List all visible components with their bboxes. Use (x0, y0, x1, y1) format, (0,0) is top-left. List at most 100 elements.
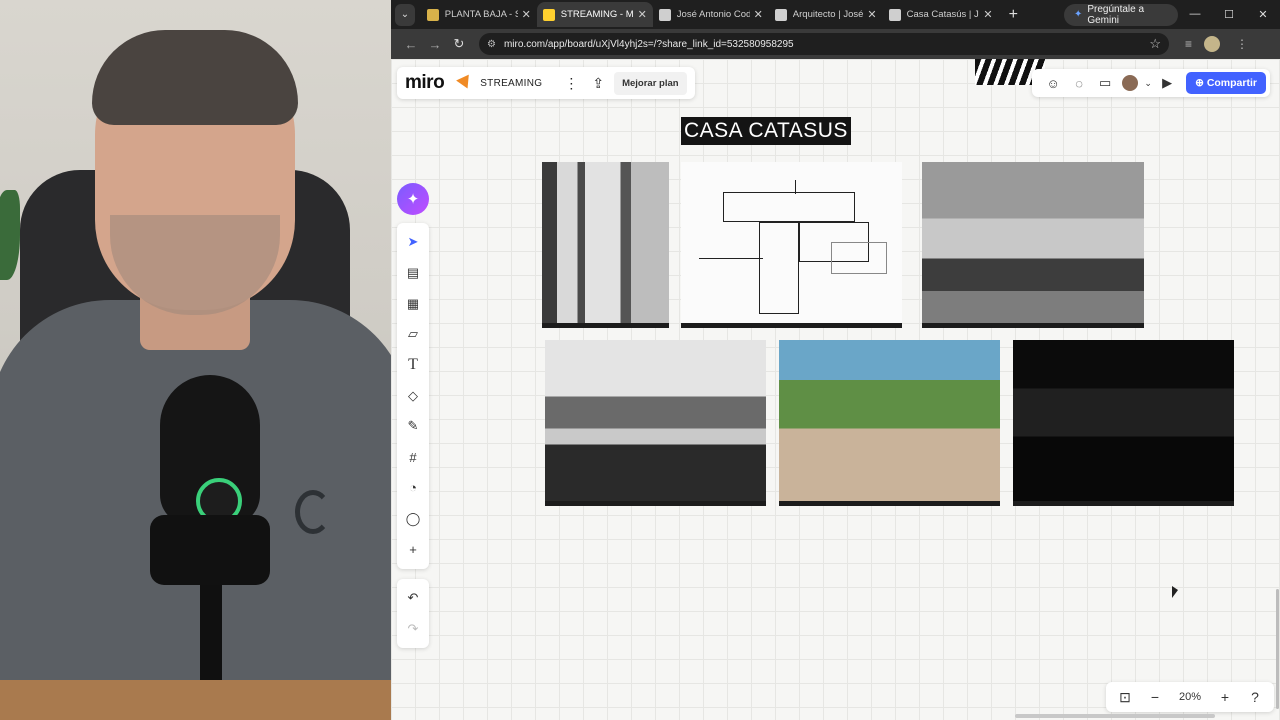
zoom-controls: ⊡ − 20% + ? (1106, 682, 1274, 712)
close-icon[interactable]: ✕ (867, 8, 876, 21)
bookmark-star-icon[interactable]: ☆ (1149, 36, 1161, 52)
tab-favicon (888, 8, 901, 21)
close-icon[interactable]: ✕ (983, 8, 992, 21)
redo-icon[interactable]: ↷ (397, 613, 429, 644)
share-button[interactable]: ⊕ Compartir (1186, 72, 1266, 94)
tab[interactable]: José Antonio Cod ✕ (653, 2, 769, 27)
frame-title[interactable]: CASA CATASUS (681, 117, 851, 145)
url-text: miro.com/app/board/uXjVl4yhj2s=/?share_l… (503, 38, 794, 50)
desk (0, 680, 391, 720)
tab-title: Arquitecto | José (792, 9, 864, 20)
fit-to-screen-icon[interactable]: ⊡ (1110, 689, 1140, 706)
tab-title: STREAMING - Mi (560, 9, 634, 20)
reload-icon[interactable]: ↻ (447, 36, 471, 52)
floor-plan-wing (723, 192, 855, 222)
text-icon[interactable]: T (397, 350, 429, 381)
miro-logo[interactable]: miro (405, 72, 445, 94)
pen-icon[interactable]: ✎ (397, 411, 429, 442)
zoom-in-icon[interactable]: + (1210, 689, 1240, 705)
collaboration-bar: ☺ ◌ ▭ ⌄ ▶ ⊕ Compartir (1032, 69, 1270, 97)
horizontal-scrollbar[interactable] (1015, 714, 1215, 718)
close-icon[interactable]: ✕ (522, 8, 531, 21)
ai-assist-icon[interactable]: ✦ (397, 183, 429, 215)
new-tab-icon[interactable]: + (1009, 6, 1018, 24)
tab[interactable]: PLANTA BAJA - St ✕ (421, 2, 537, 27)
sticky-note-icon[interactable]: ▱ (397, 319, 429, 350)
templates-icon[interactable]: ▤ (397, 258, 429, 289)
gemini-button[interactable]: ✦ Pregúntale a Gemini (1063, 3, 1178, 26)
gemini-label: Pregúntale a Gemini (1087, 3, 1145, 26)
image-floor-plan[interactable] (681, 162, 902, 328)
photo-house-garden[interactable] (545, 340, 766, 506)
address-bar: ← → ↻ ⚙ miro.com/app/board/uXjVl4yhj2s=/… (391, 29, 1280, 59)
floor-plan-annex (831, 242, 887, 274)
tab-favicon (426, 8, 439, 21)
tab-title: Casa Catasús | Jo (906, 9, 980, 20)
photo-night-view[interactable] (1013, 340, 1234, 506)
user-avatar[interactable] (1122, 75, 1139, 91)
tab-title: PLANTA BAJA - St (444, 9, 518, 20)
zoom-out-icon[interactable]: − (1140, 689, 1170, 705)
history-tools: ↶ ↷ (397, 578, 429, 648)
upgrade-button[interactable]: Mejorar plan (614, 71, 687, 95)
frame-icon[interactable]: # (397, 442, 429, 473)
site-info-icon[interactable]: ⚙ (487, 39, 496, 50)
profile-avatar[interactable] (1204, 36, 1221, 52)
webcam-feed (0, 0, 391, 720)
comment-icon[interactable]: ◯ (397, 503, 429, 534)
extensions-icon[interactable]: ≡ (1185, 37, 1192, 51)
close-icon[interactable]: ✕ (638, 8, 647, 21)
vertical-scrollbar[interactable] (1276, 589, 1279, 709)
tab-favicon (774, 8, 787, 21)
tab[interactable]: Arquitecto | José ✕ (769, 2, 883, 27)
add-icon[interactable]: + (397, 534, 429, 565)
left-toolbar: ✦ ➤ ▤ ▦ ▱ T ◇ ✎ # ◔ ◯ + ↶ ↷ (397, 183, 429, 648)
render-carport[interactable] (779, 340, 1000, 506)
minimize-icon[interactable]: — (1178, 8, 1212, 21)
undo-icon[interactable]: ↶ (397, 583, 429, 614)
microphone-mount (150, 515, 270, 585)
zoom-level[interactable]: 20% (1170, 691, 1210, 703)
reactions-icon[interactable]: ☺ (1040, 76, 1066, 91)
maximize-icon[interactable]: ☐ (1212, 8, 1246, 21)
photo-interior-corridor[interactable] (542, 162, 669, 328)
help-icon[interactable]: ? (1240, 689, 1270, 705)
board-icon (456, 74, 475, 92)
floor-plan-wall (795, 180, 796, 194)
select-icon[interactable]: ➤ (397, 227, 429, 258)
video-call-icon[interactable]: ▭ (1092, 75, 1118, 91)
shirt-logo (295, 490, 331, 534)
export-icon[interactable]: ⇪ (592, 75, 604, 92)
back-icon[interactable]: ← (399, 37, 423, 52)
tab-search-icon[interactable]: ⌄ (395, 3, 415, 26)
gemini-star-icon: ✦ (1073, 9, 1083, 20)
url-field[interactable]: ⚙ miro.com/app/board/uXjVl4yhj2s=/?share… (479, 33, 1169, 55)
present-icon[interactable]: ▶ (1154, 75, 1180, 91)
close-icon[interactable]: ✕ (754, 8, 763, 21)
tab-active[interactable]: STREAMING - Mi ✕ (536, 2, 653, 27)
miro-board-canvas[interactable]: miro STREAMING ⋮ ⇪ Mejorar plan ☺ ◌ ▭ ⌄ … (391, 59, 1280, 720)
tab-title: José Antonio Cod (676, 9, 750, 20)
floor-plan-wing (759, 222, 799, 314)
shapes-icon[interactable]: ◇ (397, 380, 429, 411)
window-controls: — ☐ ✕ (1178, 8, 1280, 21)
board-name[interactable]: STREAMING (480, 78, 542, 89)
photo-exterior-facade[interactable] (922, 162, 1144, 328)
mouse-cursor (1172, 586, 1178, 598)
chevron-down-icon[interactable]: ⌄ (1142, 78, 1154, 89)
floor-plan-wall (699, 258, 763, 259)
tab[interactable]: Casa Catasús | Jo ✕ (883, 2, 999, 27)
tab-bar: ⌄ PLANTA BAJA - St ✕ STREAMING - Mi ✕ Jo… (391, 0, 1280, 29)
presenter-hair (92, 30, 298, 125)
browser-menu-icon[interactable]: ⋮ (1236, 37, 1248, 51)
browser-window: ⌄ PLANTA BAJA - St ✕ STREAMING - Mi ✕ Jo… (391, 0, 1280, 720)
chat-icon[interactable]: ◌ (1066, 76, 1092, 91)
tab-favicon (658, 8, 671, 21)
forward-icon[interactable]: → (423, 37, 447, 52)
board-menu-icon[interactable]: ⋮ (564, 75, 578, 92)
board-header: miro STREAMING ⋮ ⇪ Mejorar plan (397, 67, 695, 99)
plant (0, 190, 20, 280)
sticker-icon[interactable]: ◔ (397, 473, 429, 504)
close-window-icon[interactable]: ✕ (1246, 8, 1280, 21)
table-icon[interactable]: ▦ (397, 288, 429, 319)
